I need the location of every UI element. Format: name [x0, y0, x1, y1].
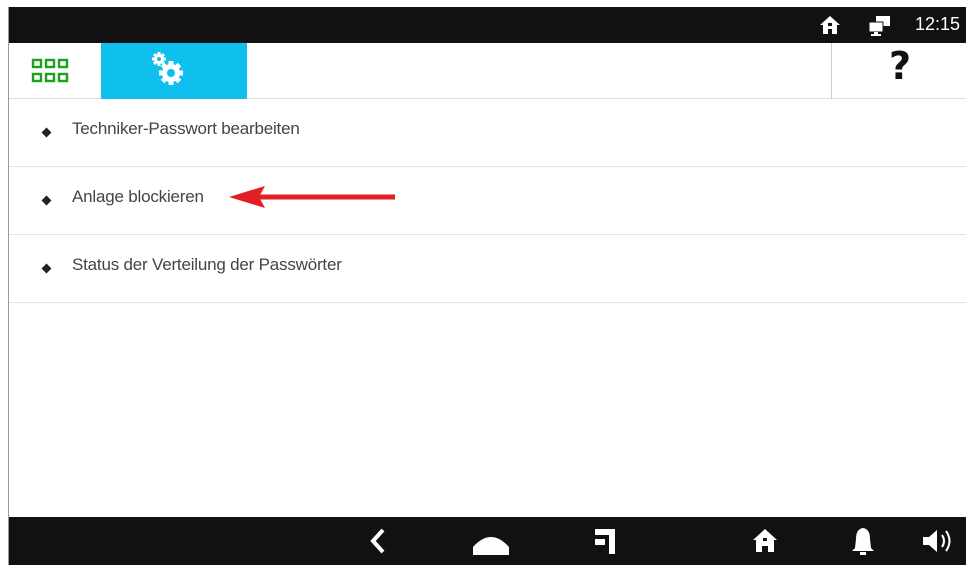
red-arrow-icon — [229, 186, 395, 208]
recents-icon — [595, 529, 615, 554]
back-button[interactable] — [361, 517, 397, 565]
help-button[interactable]: ? — [831, 43, 966, 99]
menu-item-block-system[interactable]: Anlage blockieren — [9, 167, 966, 235]
apps-button[interactable] — [9, 43, 101, 99]
network-icon — [868, 15, 898, 37]
recents-button[interactable] — [585, 517, 625, 565]
status-bar: 12:15 — [9, 7, 966, 43]
home-status-icon — [819, 15, 841, 35]
toolbar: ? — [9, 43, 966, 99]
house-button[interactable] — [745, 517, 785, 565]
menu-item-password-distribution-status[interactable]: Status der Verteilung der Passwörter — [9, 235, 966, 303]
bullet-icon — [41, 263, 52, 274]
menu-item-label: Status der Verteilung der Passwörter — [72, 255, 342, 274]
help-icon: ? — [888, 44, 912, 88]
volume-button[interactable] — [917, 517, 963, 565]
menu-item-label: Techniker-Passwort bearbeiten — [72, 119, 300, 138]
back-icon — [370, 528, 385, 554]
house-icon — [753, 529, 777, 552]
device-screen: 12:15 ? Techniker-Passwort bearbeiten An… — [8, 7, 966, 565]
home-icon — [473, 537, 509, 555]
home-button[interactable] — [467, 517, 515, 565]
grid-icon — [31, 57, 69, 85]
menu-item-technician-password[interactable]: Techniker-Passwort bearbeiten — [9, 99, 966, 167]
menu-item-label: Anlage blockieren — [72, 187, 204, 206]
settings-tab[interactable] — [101, 43, 247, 99]
clock: 12:15 — [915, 14, 961, 34]
gears-icon — [151, 51, 185, 87]
speaker-icon — [923, 530, 951, 552]
bullet-icon — [41, 127, 52, 138]
bell-icon — [852, 528, 874, 555]
bullet-icon — [41, 195, 52, 206]
navigation-bar — [9, 517, 966, 565]
bell-button[interactable] — [845, 517, 881, 565]
